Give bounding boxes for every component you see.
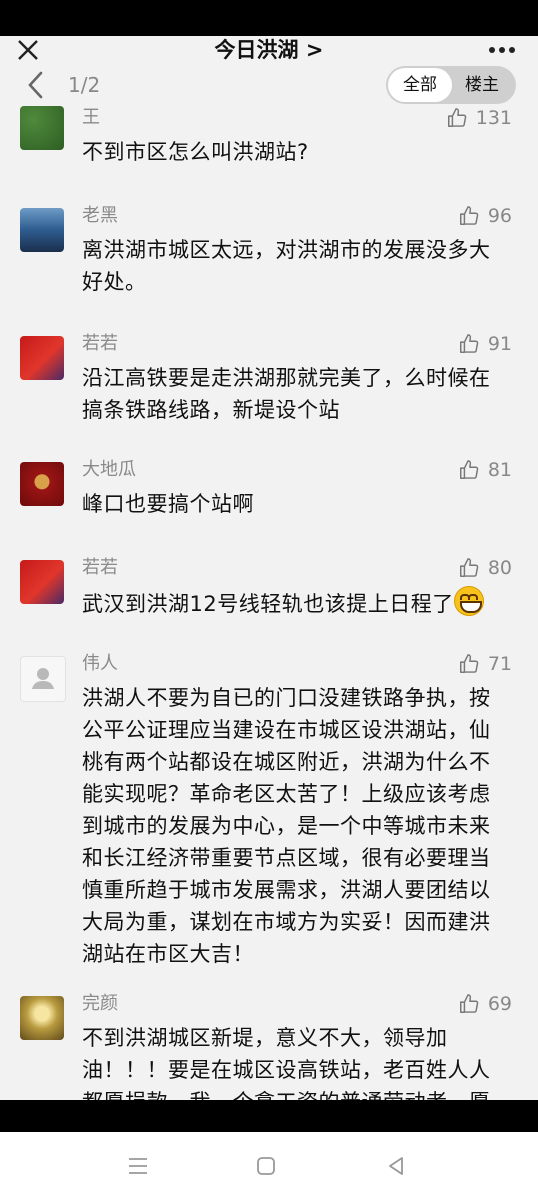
comment-text: 离洪湖市城区太远，对洪湖市的发展没多大好处。 [82, 238, 491, 294]
thumbs-up-icon [459, 206, 479, 225]
thumbs-up-icon [459, 654, 479, 673]
comment-item: 完颜 69 不到洪湖城区新堤，意义不大，领导加油！！！要是在城区设高铁站，老百姓… [0, 992, 538, 1100]
thumbs-up-icon [447, 108, 467, 127]
comment-text: 沿江高铁要是走洪湖那就完美了，么时候在搞条铁路线路，新堤设个站 [82, 366, 491, 422]
thumbs-up-icon [459, 460, 479, 479]
like-button[interactable]: 81 [458, 458, 512, 482]
filter-toggle: 全部 楼主 [386, 66, 516, 104]
avatar[interactable] [20, 106, 64, 150]
comment-text: 峰口也要搞个站啊 [82, 492, 254, 516]
username[interactable]: 完颜 [82, 992, 118, 1016]
avatar[interactable] [20, 336, 64, 380]
avatar[interactable] [20, 208, 64, 252]
system-nav-bar [0, 1132, 538, 1200]
username[interactable]: 大地瓜 [82, 458, 136, 482]
like-button[interactable]: 80 [458, 556, 512, 580]
like-count: 91 [487, 333, 512, 355]
like-button[interactable]: 131 [446, 106, 512, 130]
comment-text: 不到市区怎么叫洪湖站? [82, 140, 309, 164]
like-count: 96 [487, 205, 512, 227]
top-bar: 今日洪湖 > [0, 36, 538, 68]
thumbs-up-icon [459, 334, 479, 353]
page-indicator: 1/2 [68, 73, 101, 97]
home-icon[interactable] [254, 1154, 278, 1178]
more-icon[interactable] [488, 46, 516, 54]
avatar[interactable] [20, 560, 64, 604]
username[interactable]: 老黑 [82, 204, 118, 228]
filter-op-button[interactable]: 楼主 [454, 68, 510, 102]
comment-text: 洪湖人不要为自已的门口没建铁路争执，按公平公证理应当建设在市城区设洪湖站，仙桃有… [82, 686, 491, 966]
page-title[interactable]: 今日洪湖 > [0, 36, 538, 64]
avatar[interactable] [20, 996, 64, 1040]
avatar[interactable] [20, 656, 66, 702]
like-button[interactable]: 69 [458, 992, 512, 1016]
like-button[interactable]: 96 [458, 204, 512, 228]
thumbs-up-icon [459, 558, 479, 577]
comment-text-body: 武汉到洪湖12号线轻轨也该提上日程了 [82, 592, 454, 616]
default-avatar-icon [32, 668, 54, 689]
avatar[interactable] [20, 462, 64, 506]
like-count: 69 [487, 993, 512, 1015]
like-count: 131 [475, 107, 512, 129]
username[interactable]: 若若 [82, 332, 118, 356]
thumbs-up-icon [459, 994, 479, 1013]
like-count: 81 [487, 459, 512, 481]
like-count: 71 [487, 653, 512, 675]
like-count: 80 [487, 557, 512, 579]
grin-emoji-icon [453, 586, 484, 616]
back-nav-icon[interactable] [384, 1154, 408, 1178]
username[interactable]: 伟人 [82, 652, 118, 676]
comment-text: 不到洪湖城区新堤，意义不大，领导加油！！！要是在城区设高铁站，老百姓人人都愿捐款… [82, 1026, 491, 1100]
like-button[interactable]: 71 [458, 652, 512, 676]
back-icon[interactable] [26, 70, 46, 100]
username[interactable]: 王 [82, 106, 100, 130]
filter-all-button[interactable]: 全部 [388, 68, 452, 102]
menu-icon[interactable] [126, 1154, 150, 1178]
screen: 今日洪湖 > 1/2 全部 楼主 王 131 不到市区怎么叫洪湖站? 老黑 96 [0, 36, 538, 1100]
username[interactable]: 若若 [82, 556, 118, 580]
comment-text: 武汉到洪湖12号线轻轨也该提上日程了 [82, 586, 510, 620]
like-button[interactable]: 91 [458, 332, 512, 356]
